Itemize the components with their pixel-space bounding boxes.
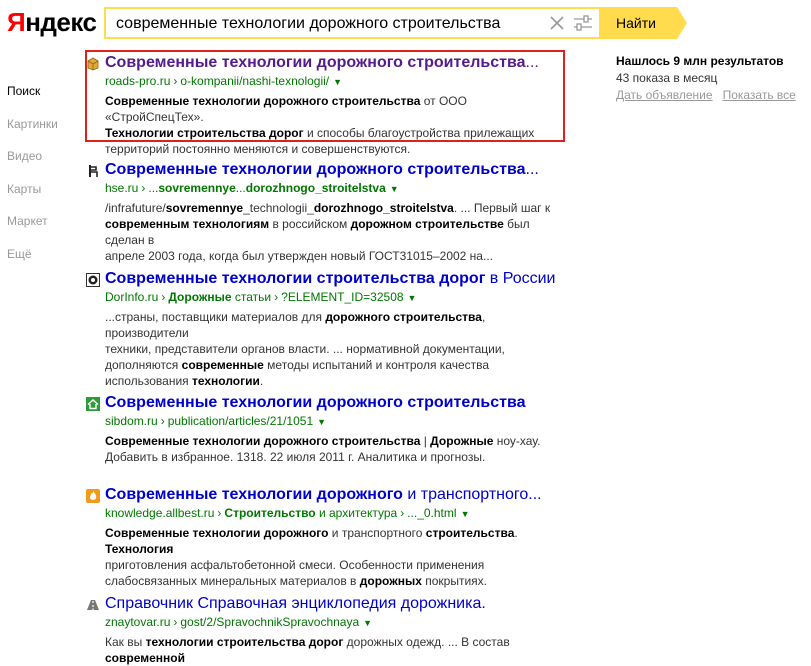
search-result: Справочник Справочная энциклопедия дорож… (86, 594, 566, 666)
url-domain[interactable]: roads-pro.ru (105, 74, 170, 88)
fire-icon (86, 489, 100, 503)
result-snippet: Современные технологии дорожного и транс… (105, 526, 518, 588)
result-title-link[interactable]: Современные технологии дорожного строите… (105, 393, 566, 413)
ad-links: Дать объявление Показать все (616, 87, 806, 103)
search-result: Современные технологии дорожного строите… (86, 53, 566, 157)
result-snippet: Современные технологии дорожного строите… (105, 434, 541, 464)
search-button[interactable]: Найти (601, 7, 687, 39)
url-domain[interactable]: znaytovar.ru (105, 615, 170, 629)
url-path[interactable]: publication/articles/21/1051 (168, 414, 313, 428)
result-snippet: Современные технологии дорожного строите… (105, 94, 535, 156)
nav-more[interactable]: Ещё (7, 246, 87, 279)
clear-icon[interactable] (547, 13, 567, 33)
nav-maps[interactable]: Карты (7, 181, 87, 214)
url-path[interactable]: ...sovremennye...dorozhnogo_stroitelstva (148, 181, 385, 195)
result-title-link[interactable]: Современные технологии строительства дор… (105, 269, 566, 289)
result-url[interactable]: knowledge.allbest.ru › Строительство и арх… (105, 505, 566, 523)
url-domain[interactable]: sibdom.ru (105, 414, 158, 428)
url-path-section[interactable]: Дорожные статьи (168, 290, 271, 304)
search-result: Современные технологии дорожного и транс… (86, 485, 566, 589)
result-title-link[interactable]: Современные технологии дорожного строите… (105, 53, 566, 73)
home-icon (86, 397, 100, 411)
nav-images[interactable]: Картинки (7, 116, 87, 149)
result-snippet: ...страны, поставщики материалов для дор… (105, 310, 505, 388)
search-result: Современные технологии дорожного строите… (86, 160, 566, 264)
road-icon (86, 598, 100, 612)
result-title-link[interactable]: Современные технологии дорожного строите… (105, 160, 566, 180)
result-url[interactable]: DorInfo.ru › Дорожные статьи › ?ELEMENT_ID=3… (105, 289, 566, 307)
search-result: Современные технологии строительства дор… (86, 269, 566, 389)
url-path[interactable]: ..._0.html (407, 506, 456, 520)
hse-icon (86, 164, 100, 178)
result-url[interactable]: roads-pro.ru › o-kompanii/nashi-texnologii… (105, 73, 566, 91)
search-input[interactable] (116, 13, 536, 35)
result-title-link[interactable]: Справочник Справочная энциклопедия дорож… (105, 594, 566, 614)
url-domain[interactable]: knowledge.allbest.ru (105, 506, 214, 520)
results-stats: Нашлось 9 млн результатов 43 показа в ме… (616, 53, 806, 103)
result-snippet: Как вы технологии строительства дорог до… (105, 635, 510, 665)
search-result: Современные технологии дорожного строите… (86, 393, 566, 465)
url-path[interactable]: o-kompanii/nashi-texnologii/ (180, 74, 329, 88)
box-icon (86, 57, 100, 71)
result-title-link[interactable]: Современные технологии дорожного и транс… (105, 485, 566, 505)
search-box (104, 7, 601, 39)
url-path-section[interactable]: Строительство и архитектура (224, 506, 397, 520)
url-path[interactable]: ?ELEMENT_ID=32508 (281, 290, 403, 304)
nav-search[interactable]: Поиск (7, 83, 87, 116)
url-path[interactable]: gost/2/SpravochnikSpravochnaya (180, 615, 359, 629)
url-domain[interactable]: hse.ru (105, 181, 138, 195)
result-url[interactable]: hse.ru › ...sovremennye...dorozhnogo_stroi… (105, 180, 566, 198)
settings-sliders-icon[interactable] (572, 14, 594, 32)
place-ad-link[interactable]: Дать объявление (616, 88, 713, 102)
dorinfo-icon (86, 273, 100, 287)
nav-market[interactable]: Маркет (7, 213, 87, 246)
search-type-nav: Поиск Картинки Видео Карты Маркет Ещё (7, 83, 87, 278)
results-count: Нашлось 9 млн результатов (616, 54, 784, 68)
result-snippet: /infrafuture/sovremennye_technologii_dor… (105, 201, 551, 263)
result-url[interactable]: znaytovar.ru › gost/2/SpravochnikSpravochn… (105, 614, 566, 632)
result-url[interactable]: sibdom.ru › publication/articles/21/1051 ▼ (105, 413, 566, 431)
show-all-link[interactable]: Показать все (723, 88, 796, 102)
url-domain[interactable]: DorInfo.ru (105, 290, 158, 304)
monthly-shows: 43 показа в месяц (616, 71, 718, 85)
yandex-logo[interactable]: Яндекс (7, 7, 97, 43)
nav-video[interactable]: Видео (7, 148, 87, 181)
